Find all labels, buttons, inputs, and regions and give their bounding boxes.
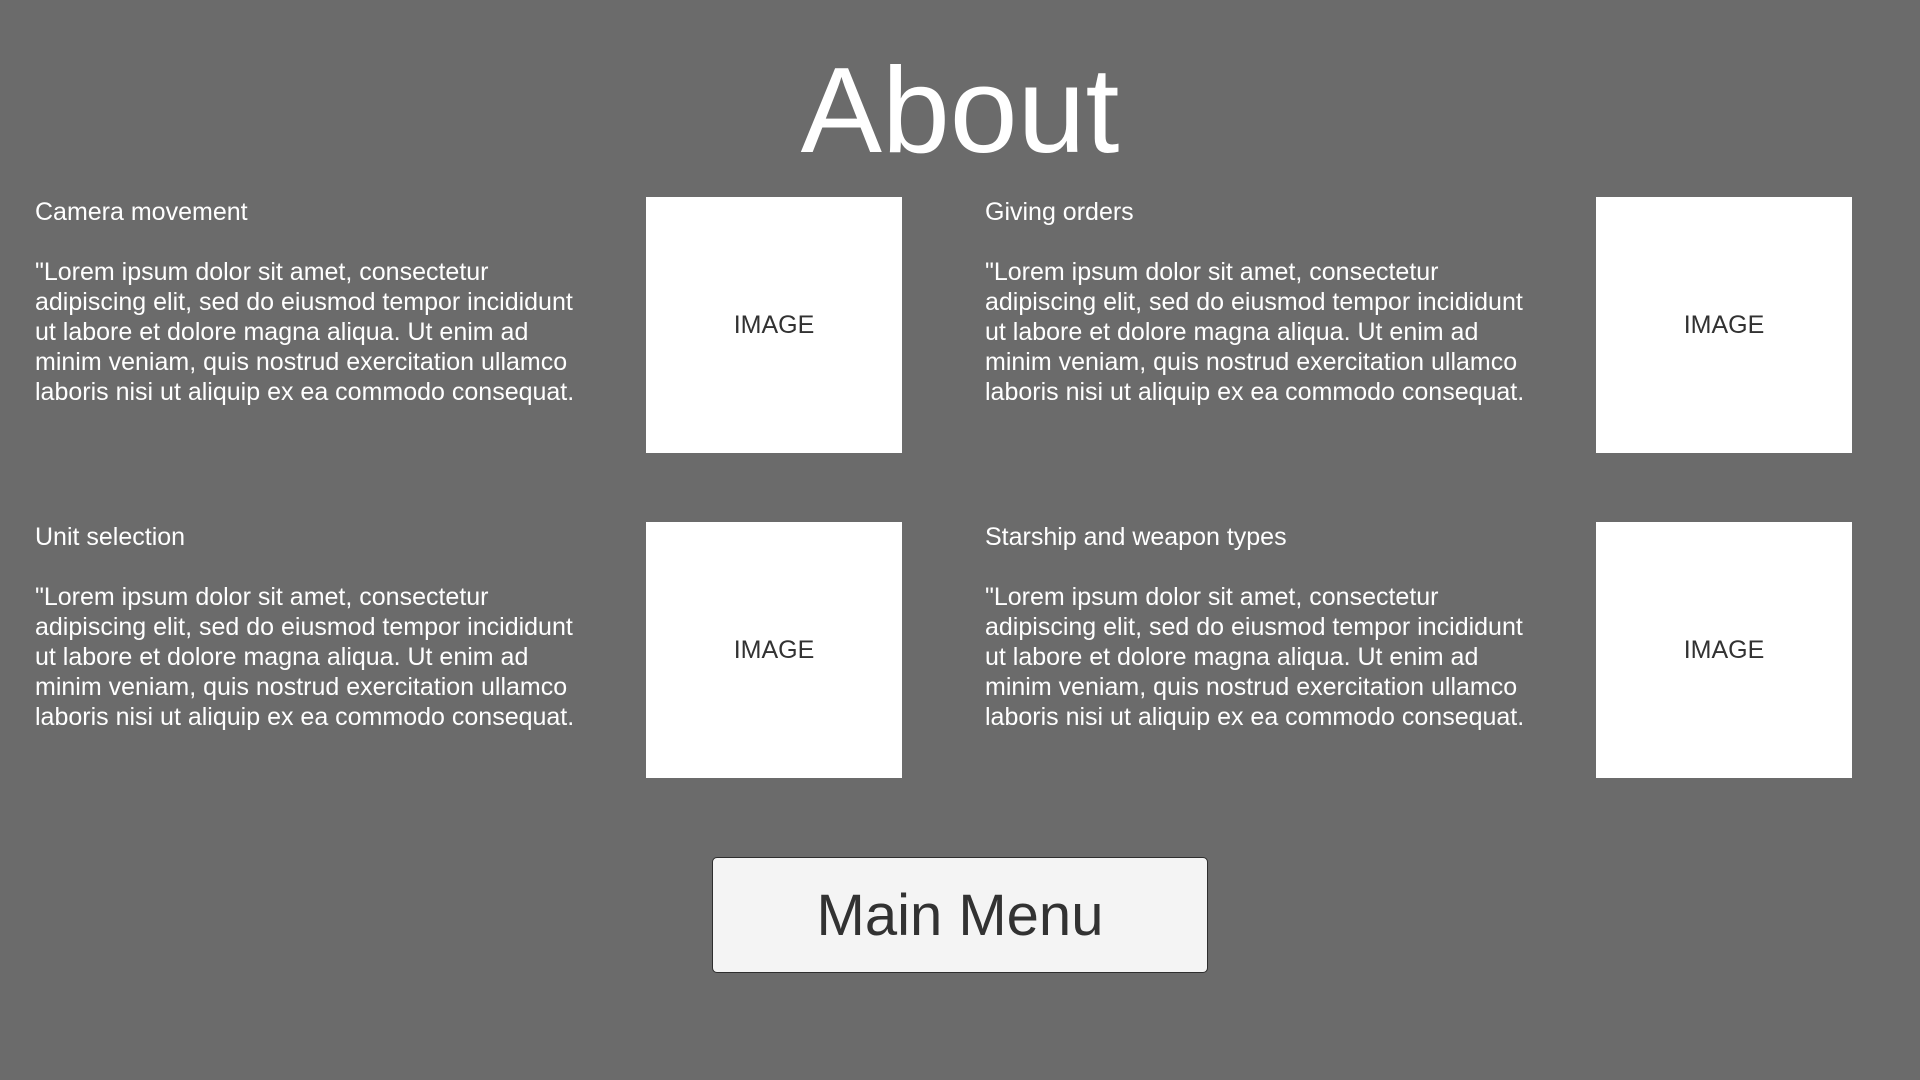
page-title: About [800,42,1120,178]
section-body: "Lorem ipsum dolor sit amet, consectetur… [985,583,1525,731]
section-heading: Camera movement [35,198,248,226]
section-camera-movement: Camera movement "Lorem ipsum dolor sit a… [35,197,915,453]
section-body: "Lorem ipsum dolor sit amet, consectetur… [985,258,1525,406]
section-starship-weapon-types: Starship and weapon types "Lorem ipsum d… [985,522,1865,778]
section-giving-orders: Giving orders "Lorem ipsum dolor sit ame… [985,197,1865,453]
image-placeholder-label: IMAGE [1683,310,1765,339]
section-heading: Unit selection [35,523,186,551]
image-placeholder-label: IMAGE [733,310,815,339]
image-placeholder: IMAGE [646,522,902,778]
image-placeholder-label: IMAGE [733,635,815,664]
image-placeholder: IMAGE [646,197,902,453]
main-menu-button[interactable]: Main Menu [712,857,1208,973]
section-heading: Giving orders [985,198,1134,226]
image-placeholder-label: IMAGE [1683,635,1765,664]
section-body: "Lorem ipsum dolor sit amet, consectetur… [35,258,575,406]
image-placeholder: IMAGE [1596,522,1852,778]
section-body: "Lorem ipsum dolor sit amet, consectetur… [35,583,575,731]
image-placeholder: IMAGE [1596,197,1852,453]
section-heading: Starship and weapon types [985,523,1287,551]
section-unit-selection: Unit selection "Lorem ipsum dolor sit am… [35,522,915,778]
